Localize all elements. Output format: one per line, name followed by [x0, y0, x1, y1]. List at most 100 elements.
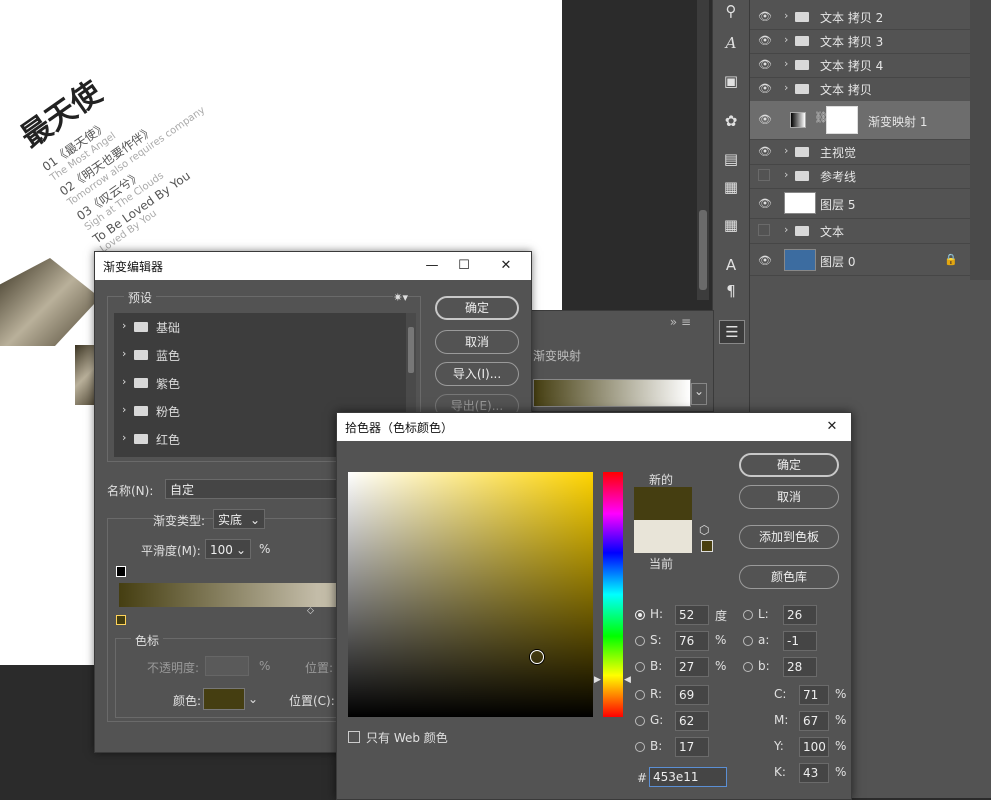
eye-icon[interactable]: 👁 — [758, 10, 772, 23]
saturation-brightness-field[interactable] — [348, 472, 593, 717]
mode-radio[interactable] — [635, 742, 645, 752]
channel-value-field[interactable]: 67 — [799, 711, 829, 731]
channel-value-field[interactable]: 52 — [675, 605, 709, 625]
layer-row[interactable]: 👁 图层 5 — [750, 190, 970, 219]
mode-radio[interactable] — [635, 610, 645, 620]
gradient-editor-titlebar[interactable]: 渐变编辑器 — ☐ ✕ — [95, 252, 531, 280]
chevron-right-icon[interactable]: › — [784, 81, 788, 94]
close-icon[interactable]: ✕ — [495, 255, 517, 277]
web-safe-swatch[interactable] — [701, 540, 713, 552]
eye-icon[interactable]: 👁 — [758, 82, 772, 95]
layer-row[interactable]: 👁 › 文本 拷贝 3 — [750, 29, 970, 54]
mode-radio[interactable] — [635, 716, 645, 726]
name-field[interactable]: 自定 — [165, 479, 340, 499]
cancel-button[interactable]: 取消 — [739, 485, 839, 509]
eye-icon[interactable]: 👁 — [758, 34, 772, 47]
opacity-field[interactable] — [205, 656, 249, 676]
gear-icon[interactable]: ✷▾ — [393, 291, 408, 304]
eye-icon[interactable]: 👁 — [758, 254, 772, 267]
import-button[interactable]: 导入(I)... — [435, 362, 519, 386]
mode-radio[interactable] — [743, 636, 753, 646]
chevron-right-icon[interactable]: › — [122, 347, 126, 360]
layer-row[interactable]: 👁 › 文本 拷贝 2 — [750, 5, 970, 30]
channel-value-field[interactable]: 100 — [799, 737, 829, 757]
preset-folder[interactable]: › 蓝色 — [114, 341, 402, 369]
minimize-icon[interactable]: — — [421, 255, 443, 277]
mode-radio[interactable] — [635, 690, 645, 700]
glyphs-icon[interactable]: A — [719, 32, 743, 54]
eye-icon[interactable]: 👁 — [758, 145, 772, 158]
chevron-right-icon[interactable]: › — [784, 57, 788, 70]
web-only-checkbox[interactable] — [348, 731, 360, 743]
mode-radio[interactable] — [743, 610, 753, 620]
channel-value-field[interactable]: -1 — [783, 631, 817, 651]
midpoint-diamond[interactable]: ◇ — [307, 606, 314, 616]
channel-value-field[interactable]: 62 — [675, 711, 709, 731]
chevron-right-icon[interactable]: › — [784, 9, 788, 22]
preset-folder[interactable]: › 紫色 — [114, 369, 402, 397]
ok-button[interactable]: 确定 — [435, 296, 519, 320]
panel-menu-icon[interactable]: » ≡ — [670, 315, 691, 329]
ok-button[interactable]: 确定 — [739, 453, 839, 477]
layer-row[interactable]: 👁 图层 0 🔒 — [750, 247, 970, 276]
adjustments-icon[interactable]: ☰ — [719, 320, 745, 344]
libraries-icon[interactable]: ▣ — [719, 70, 743, 92]
swatches-icon[interactable]: ▦ — [719, 176, 743, 198]
character-icon[interactable]: A — [719, 254, 743, 276]
layer-row[interactable]: 👁 › 主视觉 — [750, 140, 970, 165]
color-stop-left[interactable] — [116, 615, 126, 625]
hue-slider[interactable] — [603, 472, 623, 717]
eye-hidden-icon[interactable] — [758, 169, 770, 181]
layer-row[interactable]: › 文本 — [750, 219, 970, 244]
chevron-right-icon[interactable]: › — [122, 431, 126, 444]
layer-row[interactable]: 👁 › 文本 拷贝 4 — [750, 53, 970, 78]
chevron-right-icon[interactable]: › — [122, 403, 126, 416]
color-cursor[interactable] — [530, 650, 544, 664]
chevron-right-icon[interactable]: › — [784, 223, 788, 236]
gradient-map-preview[interactable] — [533, 379, 691, 407]
eye-icon[interactable]: 👁 — [758, 197, 772, 210]
current-color-swatch[interactable] — [634, 520, 692, 553]
preset-folder[interactable]: › 基础 — [114, 313, 402, 341]
channel-value-field[interactable]: 69 — [675, 685, 709, 705]
layer-row[interactable]: › 参考线 — [750, 164, 970, 189]
mode-radio[interactable] — [743, 662, 753, 672]
hex-field[interactable]: 453e11 — [649, 767, 727, 787]
chevron-right-icon[interactable]: › — [122, 375, 126, 388]
gradient-bar[interactable] — [119, 583, 339, 607]
mode-radio[interactable] — [635, 662, 645, 672]
mode-radio[interactable] — [635, 636, 645, 646]
chevron-down-icon[interactable]: ⌄ — [691, 383, 707, 405]
paragraph-icon[interactable]: ¶ — [719, 280, 743, 302]
cube-icon[interactable]: ⬡ — [699, 523, 709, 537]
channel-value-field[interactable]: 43 — [799, 763, 829, 783]
chevron-right-icon[interactable]: › — [784, 168, 788, 181]
chevron-down-icon[interactable]: ⌄ — [248, 692, 258, 706]
channel-value-field[interactable]: 76 — [675, 631, 709, 651]
layer-row[interactable]: 👁 ⛓ 渐变映射 1 — [750, 101, 970, 140]
layer-mask-thumbnail[interactable] — [826, 106, 858, 134]
channel-value-field[interactable]: 26 — [783, 605, 817, 625]
opacity-stop-left[interactable] — [116, 566, 126, 577]
channel-value-field[interactable]: 28 — [783, 657, 817, 677]
hue-arrow-left[interactable]: ▶ — [594, 675, 601, 685]
smoothness-field[interactable]: 100 ⌄ — [205, 539, 251, 559]
add-to-swatches-button[interactable]: 添加到色板 — [739, 525, 839, 549]
hue-arrow-right[interactable]: ◀ — [624, 675, 631, 685]
channel-value-field[interactable]: 71 — [799, 685, 829, 705]
gradient-icon[interactable]: ▤ — [719, 148, 743, 170]
close-icon[interactable]: ✕ — [821, 416, 843, 438]
color-libraries-button[interactable]: 颜色库 — [739, 565, 839, 589]
channel-value-field[interactable]: 17 — [675, 737, 709, 757]
scrollbar-thumb[interactable] — [699, 210, 707, 290]
chevron-right-icon[interactable]: › — [784, 33, 788, 46]
layer-row[interactable]: 👁 › 文本 拷贝 — [750, 77, 970, 102]
gradient-type-select[interactable]: 实底 ⌄ — [213, 509, 265, 529]
channel-value-field[interactable]: 27 — [675, 657, 709, 677]
palette-icon[interactable]: ✿ — [719, 110, 743, 132]
maximize-icon[interactable]: ☐ — [453, 255, 475, 277]
layers-scrollbar[interactable] — [970, 0, 991, 280]
chevron-right-icon[interactable]: › — [122, 319, 126, 332]
eye-icon[interactable]: 👁 — [758, 58, 772, 71]
cancel-button[interactable]: 取消 — [435, 330, 519, 354]
